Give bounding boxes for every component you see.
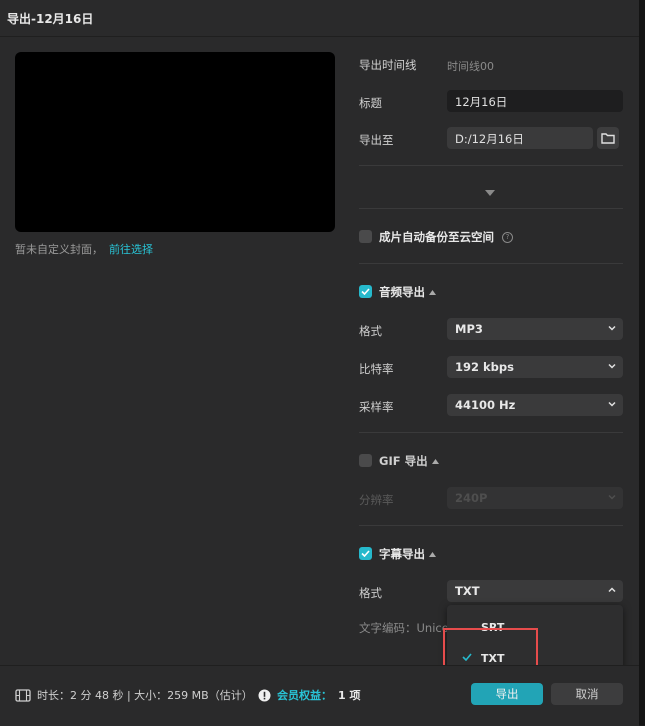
gif-export-text: GIF 导出 <box>379 454 428 468</box>
audio-export-text: 音频导出 <box>379 285 425 299</box>
bitrate-label: 比特率 <box>359 362 394 376</box>
chevron-down-icon <box>608 325 616 331</box>
timeline-label: 导出时间线 <box>359 58 417 72</box>
subtitle-format-label: 格式 <box>359 586 382 600</box>
check-icon <box>361 288 370 295</box>
member-benefits-label: 会员权益： <box>277 689 332 702</box>
divider <box>359 208 623 209</box>
subtitle-format-value: TXT <box>455 584 480 598</box>
gif-resolution-label: 分辨率 <box>359 493 394 507</box>
export-button[interactable]: 导出 <box>471 683 543 705</box>
timeline-value: 时间线00 <box>447 60 494 73</box>
audio-format-value: MP3 <box>455 322 483 336</box>
divider <box>359 525 623 526</box>
subtitle-export-text: 字幕导出 <box>379 547 425 561</box>
duration-size-text: 时长：2 分 48 秒 | 大小：259 MB（估计） <box>37 689 253 702</box>
expand-more-button[interactable] <box>485 182 495 201</box>
divider <box>359 432 623 433</box>
divider <box>359 165 623 166</box>
samplerate-select[interactable]: 44100 Hz <box>447 394 623 416</box>
title-label: 标题 <box>359 96 382 110</box>
samplerate-label: 采样率 <box>359 400 394 414</box>
bitrate-value: 192 kbps <box>455 360 514 374</box>
cancel-button[interactable]: 取消 <box>551 683 623 705</box>
background-window-edge <box>639 0 645 725</box>
title-bar: 导出-12月16日 <box>0 0 639 37</box>
caret-up-icon <box>429 289 436 295</box>
divider <box>359 263 623 264</box>
caret-down-icon <box>485 190 495 196</box>
gif-resolution-value: 240P <box>455 491 488 505</box>
chevron-down-icon <box>608 363 616 369</box>
help-icon[interactable]: ? <box>502 231 513 243</box>
audio-format-label: 格式 <box>359 324 382 338</box>
caret-up-icon <box>429 551 436 557</box>
check-icon <box>361 550 370 557</box>
subtitle-export-title[interactable]: 字幕导出 <box>379 546 436 562</box>
export-path-label: 导出至 <box>359 133 394 147</box>
caret-up-icon <box>431 458 439 464</box>
cover-note-text: 暂未自定义封面， <box>15 243 103 256</box>
member-benefits-value: 1 项 <box>338 689 361 702</box>
choose-cover-link[interactable]: 前往选择 <box>109 243 153 256</box>
browse-folder-button[interactable] <box>597 127 619 149</box>
alert-icon <box>258 689 271 701</box>
film-icon <box>15 688 31 702</box>
cloud-backup-label: 成片自动备份至云空间 ? <box>379 229 513 245</box>
samplerate-value: 44100 Hz <box>455 398 516 412</box>
subtitle-export-checkbox[interactable] <box>359 547 372 560</box>
gif-resolution-select: 240P <box>447 487 623 509</box>
chevron-down-icon <box>608 494 616 500</box>
video-preview <box>15 52 335 232</box>
subtitle-format-select[interactable]: TXT <box>447 580 623 602</box>
cloud-backup-text: 成片自动备份至云空间 <box>379 230 494 244</box>
dialog-title: 导出-12月16日 <box>7 12 94 26</box>
gif-export-checkbox[interactable] <box>359 454 372 467</box>
cloud-backup-checkbox[interactable] <box>359 230 372 243</box>
chevron-up-icon <box>608 587 616 593</box>
cover-note: 暂未自定义封面， 前往选择 <box>15 241 153 257</box>
export-path-input[interactable]: D:/12月16日 <box>447 127 593 149</box>
export-info: 时长：2 分 48 秒 | 大小：259 MB（估计） <box>15 687 253 703</box>
member-benefits[interactable]: 会员权益： 1 项 <box>258 687 360 703</box>
folder-icon <box>601 133 615 144</box>
audio-export-checkbox[interactable] <box>359 285 372 298</box>
chevron-down-icon <box>608 401 616 407</box>
export-dialog: 导出-12月16日 暂未自定义封面， 前往选择 导出时间线 时间线00 标题 12… <box>0 0 639 726</box>
title-input[interactable]: 12月16日 <box>447 90 623 112</box>
bitrate-select[interactable]: 192 kbps <box>447 356 623 378</box>
text-encoding-label: 文字编码：Unico <box>359 621 449 635</box>
footer-bar: 时长：2 分 48 秒 | 大小：259 MB（估计） 会员权益： 1 项 导出 … <box>0 665 639 726</box>
audio-export-title[interactable]: 音频导出 <box>379 284 436 300</box>
gif-export-title[interactable]: GIF 导出 <box>379 453 439 469</box>
audio-format-select[interactable]: MP3 <box>447 318 623 340</box>
